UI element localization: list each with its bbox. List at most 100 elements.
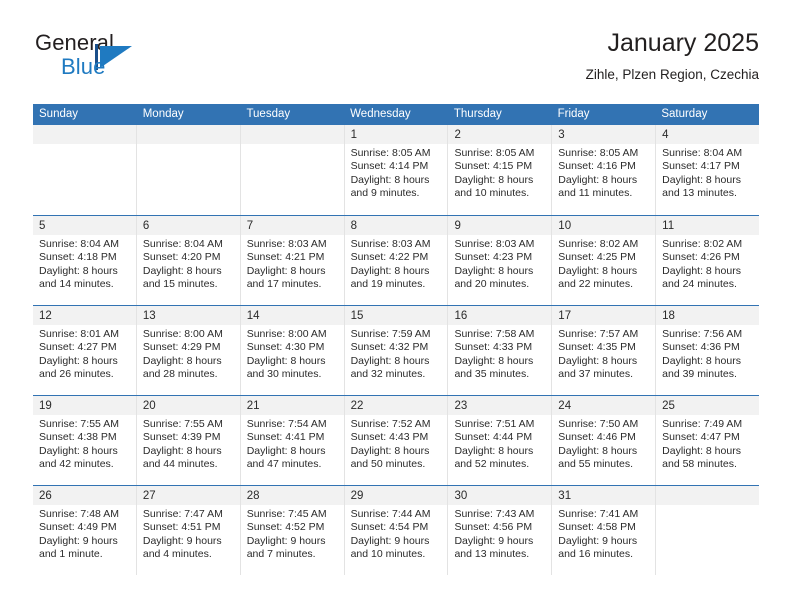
- calendar-day-cell[interactable]: 13 Sunrise: 8:00 AM Sunset: 4:29 PM Dayligh…: [136, 306, 241, 395]
- day-number-band: [240, 125, 344, 144]
- daylight-text-line2: and 17 minutes.: [246, 278, 322, 291]
- day-number: 11: [662, 220, 675, 232]
- calendar-day-cell[interactable]: 12 Sunrise: 8:01 AM Sunset: 4:27 PM Dayligh…: [33, 306, 137, 395]
- daylight-text-line2: and 37 minutes.: [558, 368, 634, 381]
- general-blue-logo[interactable]: General Blue: [33, 30, 243, 88]
- daylight-text-line1: Daylight: 9 hours: [558, 534, 638, 547]
- calendar-day-cell[interactable]: 19 Sunrise: 7:55 AM Sunset: 4:38 PM Dayligh…: [33, 396, 137, 485]
- calendar-day-cell[interactable]: 9 Sunrise: 8:03 AM Sunset: 4:23 PM Daylight…: [448, 216, 553, 305]
- calendar-day-cell[interactable]: 10 Sunrise: 8:02 AM Sunset: 4:25 PM Dayligh…: [552, 216, 657, 305]
- day-number-band: 12: [33, 306, 136, 325]
- sunset-text: Sunset: 4:56 PM: [454, 521, 533, 534]
- daylight-text-line1: Daylight: 8 hours: [454, 264, 534, 277]
- calendar-day-cell[interactable]: 11 Sunrise: 8:02 AM Sunset: 4:26 PM Dayligh…: [656, 216, 760, 305]
- daylight-text-line1: Daylight: 8 hours: [350, 173, 430, 186]
- day-number-band: 1: [344, 125, 448, 144]
- day-number-band: 30: [448, 486, 552, 505]
- sunset-text: Sunset: 4:54 PM: [350, 521, 429, 534]
- weekday-header-saturday: Saturday: [661, 108, 708, 120]
- day-number-band: 16: [448, 306, 552, 325]
- day-number-band: 19: [33, 396, 136, 415]
- sunset-text: Sunset: 4:26 PM: [662, 251, 740, 264]
- day-number-band: 29: [344, 486, 448, 505]
- page-header: General Blue January 2025 Zihle, Plzen R…: [33, 28, 759, 96]
- daylight-text-line1: Daylight: 9 hours: [142, 534, 222, 547]
- calendar-day-cell[interactable]: 25 Sunrise: 7:49 AM Sunset: 4:47 PM Dayligh…: [656, 396, 760, 485]
- sunset-text: Sunset: 4:30 PM: [246, 341, 325, 354]
- calendar-day-cell[interactable]: 16 Sunrise: 7:58 AM Sunset: 4:33 PM Dayligh…: [448, 306, 553, 395]
- sunset-text: Sunset: 4:21 PM: [246, 251, 325, 264]
- daylight-text-line2: and 10 minutes.: [454, 187, 530, 200]
- sunrise-text: Sunrise: 7:43 AM: [454, 508, 535, 520]
- calendar-day-cell[interactable]: 18 Sunrise: 7:56 AM Sunset: 4:36 PM Dayligh…: [656, 306, 760, 395]
- day-number-band: 15: [344, 306, 448, 325]
- calendar-week-row: 1 Sunrise: 8:05 AM Sunset: 4:14 PM Daylight…: [33, 125, 760, 215]
- calendar-day-cell[interactable]: 29 Sunrise: 7:44 AM Sunset: 4:54 PM Dayligh…: [344, 486, 449, 575]
- day-number-band: 14: [240, 306, 344, 325]
- day-number: 8: [350, 220, 357, 232]
- weekday-header-monday: Monday: [142, 108, 184, 120]
- daylight-text-line2: and 22 minutes.: [558, 278, 634, 291]
- daylight-text-line1: Daylight: 8 hours: [39, 354, 118, 367]
- daylight-text-line1: Daylight: 8 hours: [558, 444, 638, 457]
- sunset-text: Sunset: 4:22 PM: [350, 251, 429, 264]
- daylight-text-line2: and 50 minutes.: [350, 458, 426, 471]
- sunrise-text: Sunrise: 8:03 AM: [454, 238, 535, 250]
- daylight-text-line2: and 35 minutes.: [454, 368, 530, 381]
- day-number: 23: [454, 400, 468, 412]
- sunset-text: Sunset: 4:32 PM: [350, 341, 429, 354]
- calendar-day-cell[interactable]: 23 Sunrise: 7:51 AM Sunset: 4:44 PM Dayligh…: [448, 396, 553, 485]
- day-details: Sunrise: 7:43 AM Sunset: 4:56 PM Daylight:…: [448, 505, 551, 562]
- day-details: Sunrise: 8:05 AM Sunset: 4:16 PM Daylight:…: [552, 144, 655, 201]
- calendar-day-cell[interactable]: 31 Sunrise: 7:41 AM Sunset: 4:58 PM Dayligh…: [552, 486, 657, 575]
- calendar-day-cell[interactable]: 8 Sunrise: 8:03 AM Sunset: 4:22 PM Daylight…: [344, 216, 449, 305]
- day-number: 28: [246, 490, 260, 502]
- daylight-text-line1: Daylight: 8 hours: [246, 264, 326, 277]
- day-number-band: [656, 486, 760, 505]
- sunrise-text: Sunrise: 7:48 AM: [39, 508, 119, 520]
- calendar-day-cell[interactable]: 22 Sunrise: 7:52 AM Sunset: 4:43 PM Dayligh…: [344, 396, 449, 485]
- daylight-text-line1: Daylight: 9 hours: [350, 534, 430, 547]
- calendar-day-cell[interactable]: 20 Sunrise: 7:55 AM Sunset: 4:39 PM Dayligh…: [136, 396, 241, 485]
- day-number: 26: [39, 490, 52, 502]
- sunrise-text: Sunrise: 8:05 AM: [454, 147, 535, 159]
- calendar-day-cell[interactable]: 1 Sunrise: 8:05 AM Sunset: 4:14 PM Daylight…: [344, 125, 449, 215]
- day-details: Sunrise: 7:47 AM Sunset: 4:51 PM Daylight:…: [137, 505, 240, 562]
- calendar-day-cell[interactable]: 15 Sunrise: 7:59 AM Sunset: 4:32 PM Dayligh…: [344, 306, 449, 395]
- calendar-day-cell[interactable]: 17 Sunrise: 7:57 AM Sunset: 4:35 PM Dayligh…: [552, 306, 657, 395]
- day-details: Sunrise: 8:04 AM Sunset: 4:20 PM Daylight:…: [137, 235, 240, 292]
- calendar-day-cell[interactable]: 3 Sunrise: 8:05 AM Sunset: 4:16 PM Daylight…: [552, 125, 657, 215]
- calendar-day-cell[interactable]: 4 Sunrise: 8:04 AM Sunset: 4:17 PM Daylight…: [656, 125, 760, 215]
- calendar-day-cell[interactable]: 26 Sunrise: 7:48 AM Sunset: 4:49 PM Dayligh…: [33, 486, 137, 575]
- day-details: [656, 505, 759, 508]
- daylight-text-line1: Daylight: 8 hours: [142, 264, 222, 277]
- day-number: 15: [350, 310, 364, 322]
- sunrise-text: Sunrise: 7:57 AM: [558, 328, 639, 340]
- calendar-day-cell[interactable]: 24 Sunrise: 7:50 AM Sunset: 4:46 PM Dayligh…: [552, 396, 657, 485]
- day-details: Sunrise: 7:52 AM Sunset: 4:43 PM Daylight:…: [345, 415, 448, 472]
- day-details: Sunrise: 7:48 AM Sunset: 4:49 PM Daylight:…: [33, 505, 136, 562]
- calendar-day-cell[interactable]: 14 Sunrise: 8:00 AM Sunset: 4:30 PM Dayligh…: [240, 306, 345, 395]
- calendar-day-cell[interactable]: 28 Sunrise: 7:45 AM Sunset: 4:52 PM Dayligh…: [240, 486, 345, 575]
- day-number-band: 22: [344, 396, 448, 415]
- calendar-week-row: 19 Sunrise: 7:55 AM Sunset: 4:38 PM Dayligh…: [33, 395, 760, 485]
- day-details: Sunrise: 8:02 AM Sunset: 4:25 PM Daylight:…: [552, 235, 655, 292]
- calendar-day-cell[interactable]: 21 Sunrise: 7:54 AM Sunset: 4:41 PM Dayligh…: [240, 396, 345, 485]
- day-number: 14: [246, 310, 260, 322]
- day-number: 4: [662, 129, 669, 141]
- day-number: 21: [246, 400, 260, 412]
- calendar-day-cell[interactable]: 2 Sunrise: 8:05 AM Sunset: 4:15 PM Daylight…: [448, 125, 553, 215]
- sunrise-text: Sunrise: 8:02 AM: [662, 238, 743, 250]
- day-details: Sunrise: 7:50 AM Sunset: 4:46 PM Daylight:…: [552, 415, 655, 472]
- calendar-day-cell[interactable]: 5 Sunrise: 8:04 AM Sunset: 4:18 PM Daylight…: [33, 216, 137, 305]
- calendar-day-cell[interactable]: 27 Sunrise: 7:47 AM Sunset: 4:51 PM Dayligh…: [136, 486, 241, 575]
- sunrise-text: Sunrise: 7:41 AM: [558, 508, 639, 520]
- sunset-text: Sunset: 4:44 PM: [454, 431, 533, 444]
- calendar-day-cell[interactable]: 6 Sunrise: 8:04 AM Sunset: 4:20 PM Daylight…: [136, 216, 241, 305]
- calendar-day-cell[interactable]: 30 Sunrise: 7:43 AM Sunset: 4:56 PM Dayligh…: [448, 486, 553, 575]
- daylight-text-line2: and 19 minutes.: [350, 278, 426, 291]
- day-details: Sunrise: 8:00 AM Sunset: 4:30 PM Daylight:…: [241, 325, 344, 382]
- sunset-text: Sunset: 4:58 PM: [558, 521, 636, 534]
- calendar-day-cell[interactable]: 7 Sunrise: 8:03 AM Sunset: 4:21 PM Daylight…: [240, 216, 345, 305]
- day-details: Sunrise: 8:00 AM Sunset: 4:29 PM Daylight:…: [137, 325, 240, 382]
